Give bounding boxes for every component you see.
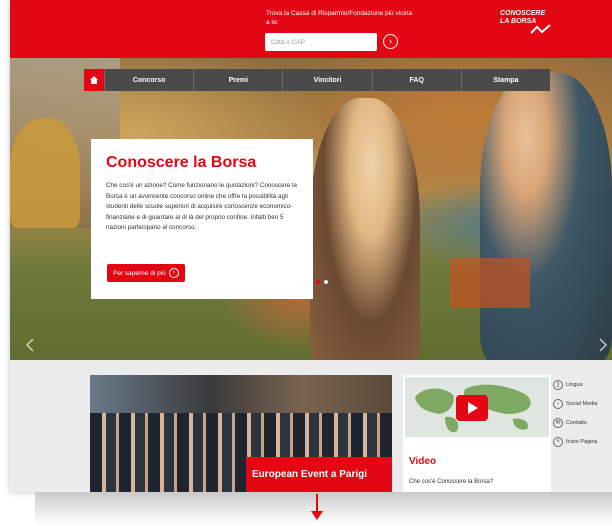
hero-title: Conoscere la Borsa [106, 154, 257, 171]
nav-item-stampa[interactable]: Stampa [460, 69, 550, 91]
nav-item-faq[interactable]: FAQ [371, 69, 461, 91]
video-subtitle[interactable]: Che cos'è Conoscere la Borsa? [409, 479, 493, 485]
side-link-contatto[interactable]: ✉ Contatto [553, 413, 612, 432]
event-tile[interactable]: European Event a Parigi [90, 375, 392, 492]
side-link-label: Contatto [566, 419, 587, 426]
logo-wave-icon [530, 24, 551, 34]
background-tree [10, 118, 80, 228]
side-link-lingua[interactable]: ▯ Lingua [553, 375, 612, 394]
intro-card: Conoscere la Borsa Che cos'è un azione? … [91, 139, 313, 299]
learn-more-button[interactable]: Per saperne di più › [107, 264, 185, 282]
prev-slide-icon[interactable] [25, 338, 35, 352]
slider-dots [316, 280, 328, 284]
nav-item-concorso[interactable]: Concorso [104, 69, 193, 91]
header-bar: Trova la Cassa di Risparmio/Fondazione p… [10, 0, 612, 58]
play-button[interactable] [456, 395, 488, 421]
arrow-up-icon: ˄ [553, 436, 563, 447]
share-icon: ‹ [553, 398, 563, 409]
page: Trova la Cassa di Risparmio/Fondazione p… [10, 0, 612, 492]
search-go-button[interactable]: › [383, 34, 398, 49]
event-label: European Event a Parigi [246, 457, 392, 492]
nav-item-vincitori[interactable]: Vincitori [282, 69, 371, 91]
event-photo-wall [90, 375, 392, 415]
chevron-right-icon: › [168, 268, 179, 278]
side-links: ▯ Lingua ‹ Social Media ✉ Contatto ˄ Ini… [553, 375, 612, 451]
side-link-label: Social Media [566, 400, 598, 407]
learn-more-label: Per saperne di più [113, 269, 166, 277]
side-link-top[interactable]: ˄ Inizio Pagina [553, 432, 612, 451]
video-title: Video [409, 456, 437, 467]
side-link-label: Lingua [566, 381, 583, 388]
side-link-social[interactable]: ‹ Social Media [553, 394, 612, 413]
logo-line-1: CONOSCERE [500, 10, 546, 17]
find-branch-label: Trova la Cassa di Risparmio/Fondazione p… [266, 10, 413, 26]
main-nav: Concorso Premi Vincitori FAQ Stampa [84, 69, 550, 91]
chevron-right-icon: › [389, 36, 392, 46]
background-red-object [450, 258, 530, 308]
side-link-label: Inizio Pagina [566, 438, 598, 445]
hero-description: Che cos'è un azione? Come funzionano le … [106, 182, 297, 231]
student-boy [480, 73, 612, 360]
logo[interactable]: CONOSCERE LA BORSA [500, 10, 551, 34]
next-slide-icon[interactable] [598, 338, 608, 352]
city-search-input[interactable] [265, 33, 377, 51]
student-girl [310, 98, 420, 360]
video-thumbnail[interactable] [405, 377, 549, 437]
home-icon [90, 76, 98, 84]
nav-item-premi[interactable]: Premi [193, 69, 282, 91]
arrow-down-icon [311, 494, 323, 520]
mail-icon: ✉ [553, 417, 563, 428]
slider-dot-1[interactable] [316, 280, 320, 284]
slider-dot-2[interactable] [324, 280, 328, 284]
nav-home-button[interactable] [84, 69, 104, 91]
language-icon: ▯ [553, 379, 563, 390]
video-tile[interactable]: Video Che cos'è Conoscere la Borsa? [403, 375, 551, 492]
